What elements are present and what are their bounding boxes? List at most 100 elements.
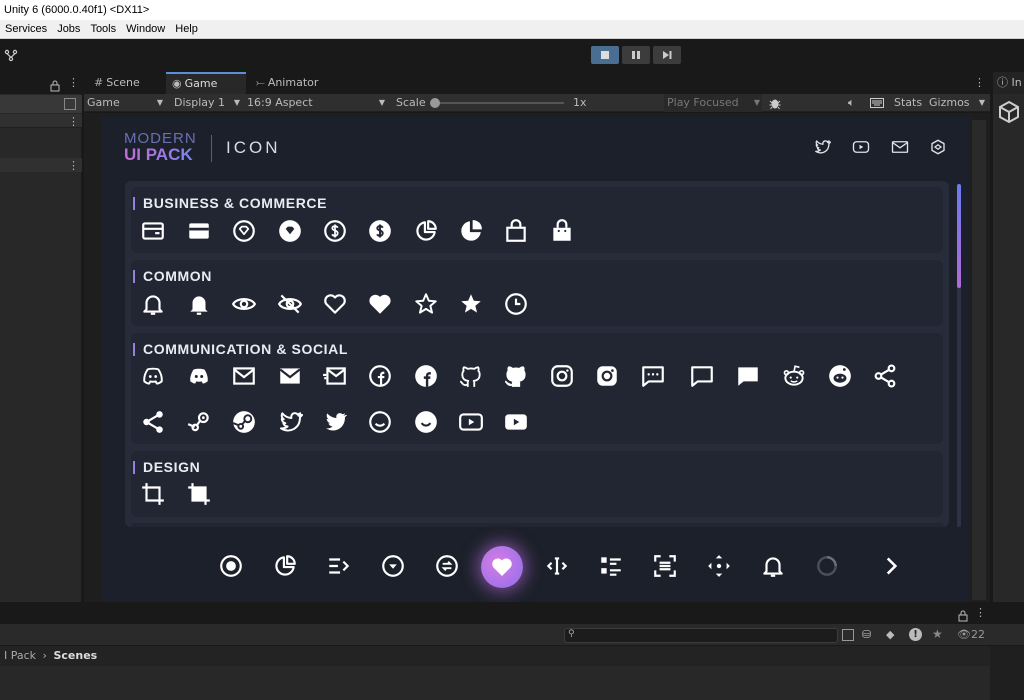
loading-nav-icon[interactable]: [814, 553, 840, 579]
github-filled-icon[interactable]: [503, 363, 529, 389]
bell-filled-icon[interactable]: [186, 291, 212, 317]
list-view-nav-icon[interactable]: [598, 553, 624, 579]
heart-outline-icon[interactable]: [322, 291, 348, 317]
menu-item-services[interactable]: Services: [0, 20, 52, 39]
eye-icon[interactable]: [231, 291, 257, 317]
scan-text-nav-icon[interactable]: [652, 553, 678, 579]
move-nav-icon[interactable]: [706, 553, 732, 579]
youtube-filled-icon[interactable]: [503, 409, 529, 435]
github-outline-icon[interactable]: [458, 363, 484, 389]
breadcrumb-item[interactable]: I Pack: [4, 649, 36, 662]
unity-icon[interactable]: [929, 138, 947, 156]
twitter-outline-icon[interactable]: [277, 409, 304, 435]
chat-outline-icon[interactable]: [689, 363, 715, 389]
game-mode-dropdown[interactable]: Game ▼: [87, 94, 165, 112]
gizmos-dropdown[interactable]: Gizmos ▼: [929, 94, 987, 112]
play-focused-dropdown[interactable]: Play Focused ▼: [664, 94, 762, 112]
warning-icon[interactable]: !: [909, 628, 922, 641]
menu-item-tools[interactable]: Tools: [85, 20, 121, 39]
kebab-menu-icon[interactable]: ⋮: [974, 76, 985, 89]
share-outline-icon[interactable]: [872, 363, 898, 389]
star-outline-icon[interactable]: [413, 291, 439, 317]
bell-outline-icon[interactable]: [140, 291, 166, 317]
scale-slider-handle[interactable]: [430, 98, 440, 108]
lock-icon[interactable]: [958, 607, 968, 622]
aspect-dropdown[interactable]: 16:9 Aspect ▼: [247, 94, 387, 112]
play-button[interactable]: [591, 46, 619, 64]
menu-item-window[interactable]: Window: [121, 20, 170, 39]
audio-icon[interactable]: 🔈︎: [848, 94, 860, 112]
tab-game[interactable]: ◉ Game: [166, 72, 246, 94]
display-dropdown[interactable]: Display 1 ▼: [174, 94, 242, 112]
menu-item-help[interactable]: Help: [170, 20, 203, 39]
twitter-filled-icon[interactable]: [322, 409, 348, 435]
search-by-type-icon[interactable]: [842, 629, 854, 641]
shopping-bag-filled-icon[interactable]: [549, 218, 575, 244]
kebab-menu-icon[interactable]: ⋮: [68, 77, 79, 89]
dollar-filled-icon[interactable]: [367, 218, 393, 244]
favorites-star-icon[interactable]: ★: [932, 627, 943, 641]
pie-chart-filled-icon[interactable]: [458, 218, 484, 244]
heart-filled-icon[interactable]: [367, 291, 393, 317]
tab-scene[interactable]: # Scene: [88, 72, 164, 94]
wallet-outline-icon[interactable]: [140, 218, 166, 244]
pie-chart-nav-icon[interactable]: [272, 553, 298, 579]
step-button[interactable]: [653, 46, 681, 64]
mail-fast-icon[interactable]: [322, 363, 348, 389]
chat-filled-icon[interactable]: [735, 363, 761, 389]
bug-icon[interactable]: [768, 94, 782, 112]
text-cursor-nav-icon[interactable]: [544, 553, 570, 579]
tab-inspector[interactable]: ⓘ In: [993, 72, 1024, 94]
eye-off-icon[interactable]: [277, 291, 303, 317]
chevron-right-icon[interactable]: [878, 553, 904, 579]
hidden-packages-counter[interactable]: 👁︎22: [957, 628, 985, 641]
clock-icon[interactable]: [503, 291, 529, 317]
smile-outline-icon[interactable]: [367, 409, 393, 435]
list-arrow-nav-icon[interactable]: [326, 553, 352, 579]
reddit-outline-icon[interactable]: [781, 363, 807, 389]
dollar-outline-icon[interactable]: [322, 218, 348, 244]
mail-outline-icon[interactable]: [231, 363, 257, 389]
facebook-filled-icon[interactable]: [413, 363, 439, 389]
wallet-filled-icon[interactable]: [186, 218, 212, 244]
steam-outline-icon[interactable]: [186, 409, 212, 435]
breadcrumb-current[interactable]: Scenes: [53, 649, 97, 662]
lock-icon[interactable]: [50, 77, 60, 92]
active-nav-button[interactable]: [481, 546, 523, 588]
switch-circle-nav-icon[interactable]: [434, 553, 460, 579]
crop-filled-icon[interactable]: [186, 481, 212, 507]
steam-filled-icon[interactable]: [231, 409, 257, 435]
star-filled-icon[interactable]: [458, 291, 484, 317]
menu-item-jobs[interactable]: Jobs: [52, 20, 85, 39]
youtube-icon[interactable]: [852, 138, 870, 156]
version-control-icon[interactable]: [4, 47, 18, 62]
filter-icon[interactable]: ⛁: [862, 628, 871, 641]
bell-nav-icon[interactable]: [760, 553, 786, 579]
youtube-outline-icon[interactable]: [458, 409, 484, 435]
instagram-outline-icon[interactable]: [549, 363, 575, 389]
discord-filled-icon[interactable]: [186, 363, 212, 389]
dropdown-circle-nav-icon[interactable]: [380, 553, 406, 579]
tab-animator[interactable]: ⤚ Animator: [250, 72, 340, 94]
twitter-icon[interactable]: [813, 138, 832, 156]
kebab-menu-icon[interactable]: ⋮: [975, 606, 986, 619]
label-icon[interactable]: ◆: [886, 628, 894, 641]
diamond-filled-icon[interactable]: [277, 218, 303, 244]
pie-chart-outline-icon[interactable]: [413, 218, 439, 244]
chat-dots-icon[interactable]: [640, 363, 666, 389]
instagram-filled-icon[interactable]: [594, 363, 620, 389]
stats-button[interactable]: Stats: [894, 94, 922, 112]
facebook-outline-icon[interactable]: [367, 363, 393, 389]
diamond-outline-icon[interactable]: [231, 218, 257, 244]
smile-filled-icon[interactable]: [413, 409, 439, 435]
kebab-menu-icon[interactable]: ⋮: [68, 115, 79, 128]
game-view-scrollbar[interactable]: [972, 120, 986, 600]
pause-button[interactable]: [622, 46, 650, 64]
search-options-icon[interactable]: [64, 98, 76, 110]
share-filled-icon[interactable]: [140, 409, 166, 435]
crop-outline-icon[interactable]: [140, 481, 166, 507]
discord-outline-icon[interactable]: [140, 363, 166, 389]
record-nav-icon[interactable]: [218, 553, 244, 579]
reddit-filled-icon[interactable]: [827, 363, 853, 389]
mail-icon[interactable]: [891, 138, 909, 156]
